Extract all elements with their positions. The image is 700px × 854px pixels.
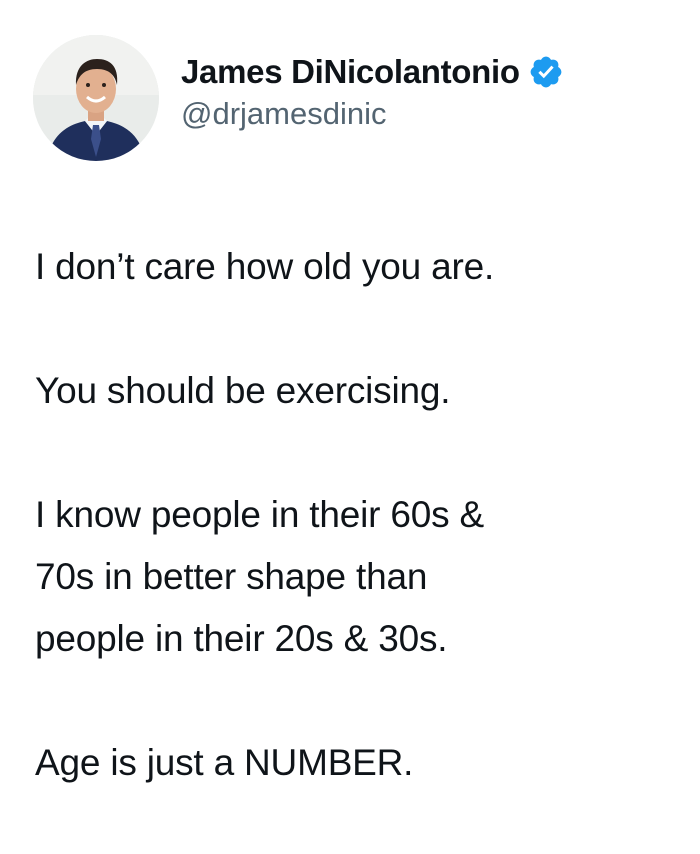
tweet-card: James DiNicolantonio @drjamesdinic I don… (0, 0, 700, 854)
author-name-row: James DiNicolantonio (181, 50, 564, 94)
author-handle[interactable]: @drjamesdinic (181, 96, 564, 132)
author-identity: James DiNicolantonio @drjamesdinic (181, 50, 564, 132)
tweet-line: You should be exercising. (35, 370, 451, 411)
profile-photo-icon (33, 35, 159, 161)
tweet-line: Age is just a NUMBER. (35, 742, 414, 783)
tweet-line: people in their 20s & 30s. (35, 618, 448, 659)
avatar[interactable] (33, 35, 159, 161)
tweet-line: 70s in better shape than (35, 556, 428, 597)
tweet-paragraph: I don’t care how old you are. (35, 236, 675, 298)
tweet-line: I don’t care how old you are. (35, 246, 495, 287)
tweet-paragraph: I know people in their 60s & 70s in bett… (35, 484, 675, 670)
tweet-header: James DiNicolantonio @drjamesdinic (33, 34, 564, 162)
tweet-text: I don’t care how old you are. You should… (35, 236, 675, 794)
author-name[interactable]: James DiNicolantonio (181, 53, 520, 91)
verified-badge-icon[interactable] (528, 54, 564, 90)
tweet-paragraph: Age is just a NUMBER. (35, 732, 675, 794)
tweet-paragraph: You should be exercising. (35, 360, 675, 422)
tweet-line: I know people in their 60s & (35, 494, 484, 535)
